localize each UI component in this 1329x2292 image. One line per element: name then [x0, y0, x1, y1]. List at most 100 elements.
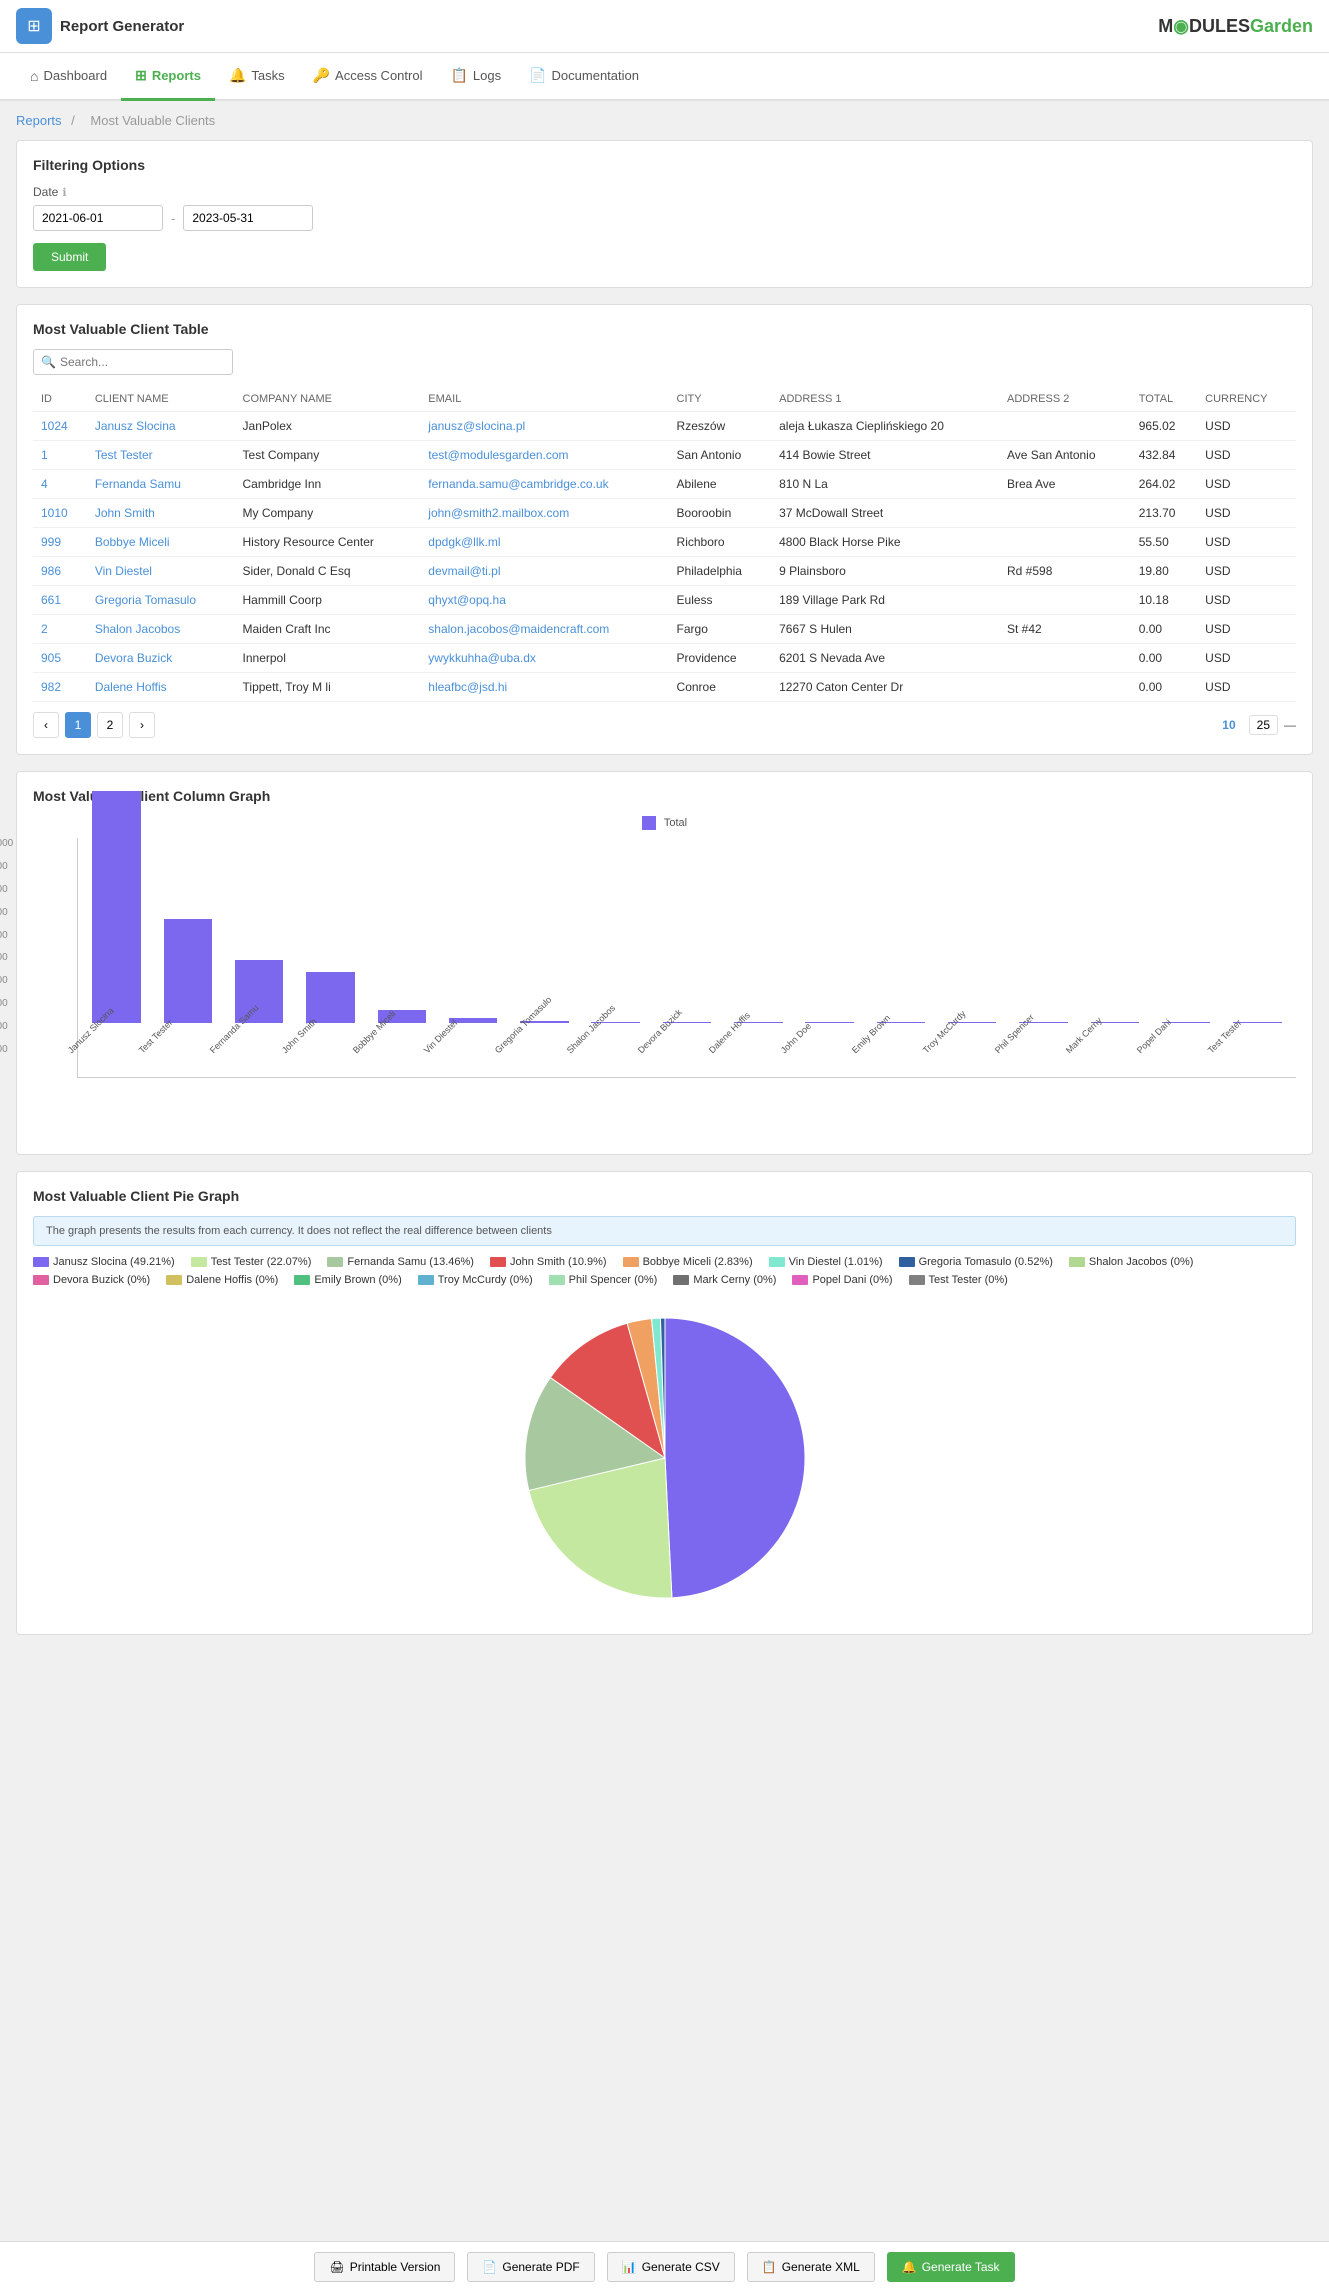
- reports-icon: ⊞: [135, 67, 147, 84]
- bar-chart-legend: Total: [33, 816, 1296, 830]
- y-label: 100: [0, 1044, 13, 1055]
- breadcrumb-separator: /: [71, 113, 75, 128]
- pie-legend-item: Phil Spencer (0%): [549, 1274, 658, 1286]
- brand-logo: M◉DULESGarden: [1158, 16, 1313, 37]
- email-link[interactable]: devmail@ti.pl: [428, 564, 500, 578]
- email-link[interactable]: dpdgk@llk.ml: [428, 535, 500, 549]
- top-header: ⊞ Report Generator M◉DULESGarden: [0, 0, 1329, 53]
- cell-total: 19.80: [1131, 557, 1197, 586]
- email-link[interactable]: test@modulesgarden.com: [428, 448, 568, 462]
- cell-email: shalon.jacobos@maidencraft.com: [420, 615, 668, 644]
- generate-pdf-button[interactable]: 📄 Generate PDF: [467, 2252, 594, 2282]
- nav-reports[interactable]: ⊞ Reports: [121, 53, 215, 101]
- page-size-25[interactable]: 25: [1249, 715, 1278, 735]
- id-link[interactable]: 982: [41, 680, 61, 694]
- bar-group: Test Tester: [1223, 1022, 1292, 1077]
- pie-color-box: [899, 1257, 915, 1267]
- pie-legend-item: Devora Buzick (0%): [33, 1274, 150, 1286]
- cell-client-name: Gregoria Tomasulo: [87, 586, 235, 615]
- pie-color-box: [191, 1257, 207, 1267]
- email-link[interactable]: qhyxt@opq.ha: [428, 593, 506, 607]
- y-label: 800: [0, 884, 13, 895]
- id-link[interactable]: 905: [41, 651, 61, 665]
- id-link[interactable]: 999: [41, 535, 61, 549]
- generate-task-button[interactable]: 🔔 Generate Task: [887, 2252, 1015, 2282]
- nav-access-control[interactable]: 🔑 Access Control: [299, 53, 437, 101]
- pie-legend-item: Gregoria Tomasulo (0.52%): [899, 1256, 1053, 1268]
- date-from-input[interactable]: [33, 205, 163, 231]
- id-link[interactable]: 2: [41, 622, 48, 636]
- breadcrumb-parent[interactable]: Reports: [16, 113, 62, 128]
- tasks-icon: 🔔: [229, 67, 246, 84]
- id-link[interactable]: 1010: [41, 506, 68, 520]
- main-content: Filtering Options Date ℹ - Submit Most V…: [0, 140, 1329, 1711]
- nav-logs[interactable]: 📋 Logs: [436, 53, 515, 101]
- cell-client-name: Vin Diestel: [87, 557, 235, 586]
- page-next-button[interactable]: ›: [129, 712, 155, 738]
- breadcrumb: Reports / Most Valuable Clients: [0, 101, 1329, 140]
- email-link[interactable]: janusz@slocina.pl: [428, 419, 525, 433]
- email-link[interactable]: shalon.jacobos@maidencraft.com: [428, 622, 609, 636]
- email-link[interactable]: ywykkuhha@uba.dx: [428, 651, 536, 665]
- client-name-link[interactable]: Shalon Jacobos: [95, 622, 180, 636]
- nav-documentation[interactable]: 📄 Documentation: [515, 53, 653, 101]
- id-link[interactable]: 4: [41, 477, 48, 491]
- page-size-sep: —: [1284, 718, 1296, 732]
- cell-currency: USD: [1197, 673, 1296, 702]
- client-name-link[interactable]: Dalene Hoffis: [95, 680, 167, 694]
- client-name-link[interactable]: Vin Diestel: [95, 564, 152, 578]
- y-label: 300: [0, 998, 13, 1009]
- xml-icon: 📋: [762, 2260, 777, 2274]
- search-input[interactable]: [33, 349, 233, 375]
- table-row: 1010 John Smith My Company john@smith2.m…: [33, 499, 1296, 528]
- client-name-link[interactable]: Test Tester: [95, 448, 153, 462]
- cell-id: 982: [33, 673, 87, 702]
- page-2-button[interactable]: 2: [97, 712, 123, 738]
- client-name-link[interactable]: Gregoria Tomasulo: [95, 593, 196, 607]
- generate-xml-button[interactable]: 📋 Generate XML: [747, 2252, 875, 2282]
- cell-addr1: aleja Łukasza Cieplińskiego 20: [771, 412, 999, 441]
- client-name-link[interactable]: Fernanda Samu: [95, 477, 181, 491]
- printable-version-button[interactable]: 🖨 Printable Version: [314, 2252, 455, 2282]
- client-name-link[interactable]: John Smith: [95, 506, 155, 520]
- client-name-link[interactable]: Bobbye Miceli: [95, 535, 170, 549]
- pie-color-box: [166, 1275, 182, 1285]
- pie-legend-item: Janusz Slocina (49.21%): [33, 1256, 175, 1268]
- pie-color-box: [490, 1257, 506, 1267]
- cell-addr1: 9 Plainsboro: [771, 557, 999, 586]
- pie-legend-label: Bobbye Miceli (2.83%): [643, 1256, 753, 1268]
- id-link[interactable]: 1024: [41, 419, 68, 433]
- pie-color-box: [294, 1275, 310, 1285]
- table-body: 1024 Janusz Slocina JanPolex janusz@sloc…: [33, 412, 1296, 702]
- cell-id: 905: [33, 644, 87, 673]
- y-label: 900: [0, 861, 13, 872]
- date-separator: -: [171, 211, 175, 226]
- table-row: 1 Test Tester Test Company test@modulesg…: [33, 441, 1296, 470]
- nav-tasks[interactable]: 🔔 Tasks: [215, 53, 299, 101]
- id-link[interactable]: 1: [41, 448, 48, 462]
- email-link[interactable]: john@smith2.mailbox.com: [428, 506, 569, 520]
- cell-addr2: [999, 528, 1131, 557]
- page-size-10[interactable]: 10: [1215, 716, 1242, 734]
- cell-addr1: 7667 S Hulen: [771, 615, 999, 644]
- bar-chart-title: Most Valuable Client Column Graph: [33, 788, 1296, 804]
- cell-company: Tippett, Troy M li: [235, 673, 421, 702]
- cell-addr2: Brea Ave: [999, 470, 1131, 499]
- pie-svg-wrap: [33, 1298, 1296, 1618]
- id-link[interactable]: 661: [41, 593, 61, 607]
- generate-csv-button[interactable]: 📊 Generate CSV: [607, 2252, 735, 2282]
- pagination: ‹ 1 2 › 10 25 —: [33, 702, 1296, 738]
- client-name-link[interactable]: Devora Buzick: [95, 651, 172, 665]
- id-link[interactable]: 986: [41, 564, 61, 578]
- submit-button[interactable]: Submit: [33, 243, 106, 271]
- email-link[interactable]: hleafbc@jsd.hi: [428, 680, 507, 694]
- nav-dashboard[interactable]: ⌂ Dashboard: [16, 54, 121, 101]
- page-1-button[interactable]: 1: [65, 712, 91, 738]
- cell-addr2: [999, 586, 1131, 615]
- date-to-input[interactable]: [183, 205, 313, 231]
- xml-label: Generate XML: [782, 2260, 860, 2274]
- email-link[interactable]: fernanda.samu@cambridge.co.uk: [428, 477, 608, 491]
- client-name-link[interactable]: Janusz Slocina: [95, 419, 176, 433]
- page-prev-button[interactable]: ‹: [33, 712, 59, 738]
- pie-slice: [665, 1318, 805, 1598]
